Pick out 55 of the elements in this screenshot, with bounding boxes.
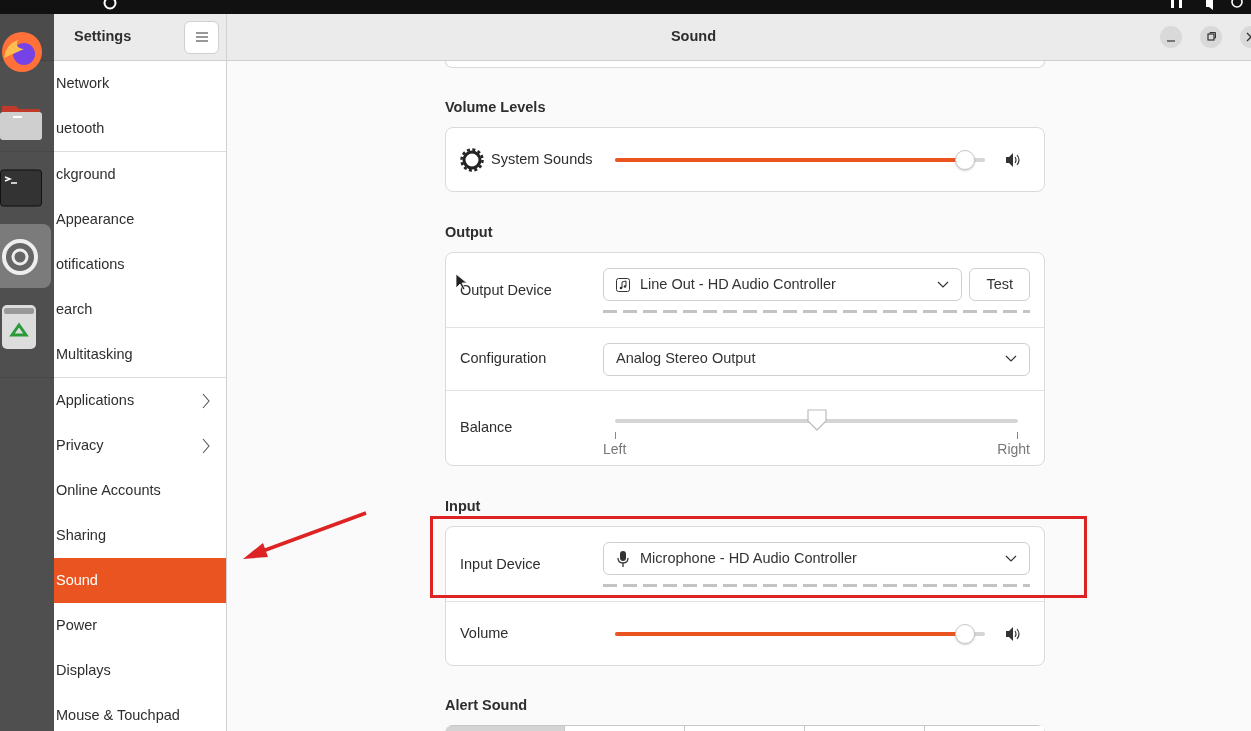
- sidebar-item[interactable]: otifications: [54, 242, 226, 287]
- scale-label: Right: [997, 440, 1030, 459]
- slider-thumb[interactable]: [954, 623, 975, 644]
- slider-thumb[interactable]: [805, 408, 828, 432]
- sidebar-title: Settings: [74, 27, 132, 47]
- microphone-icon: [616, 550, 630, 567]
- terminal-icon[interactable]: [0, 168, 42, 210]
- slider-thumb[interactable]: [954, 149, 975, 170]
- maximize-button[interactable]: [1200, 26, 1222, 48]
- sidebar-item[interactable]: Privacy: [54, 423, 226, 468]
- sidebar-item[interactable]: Sound: [54, 558, 226, 603]
- maximize-icon: [1206, 32, 1216, 42]
- chevron-down-icon: [1005, 355, 1017, 363]
- sidebar-item[interactable]: Power: [54, 603, 226, 648]
- sidebar-item[interactable]: Sharing: [54, 513, 226, 558]
- sidebar-item[interactable]: earch: [54, 287, 226, 332]
- device-dropdown[interactable]: Line Out - HD Audio Controller: [603, 268, 963, 301]
- chevron-down-icon: [937, 280, 950, 289]
- row-label: System Sounds: [491, 149, 593, 169]
- menu-icon: [195, 32, 208, 42]
- sidebar-item[interactable]: Appearance: [54, 197, 226, 242]
- row-label: Volume: [460, 623, 509, 643]
- sidebar-item[interactable]: uetooth: [54, 106, 226, 151]
- row-label: Balance: [460, 418, 514, 438]
- sidebar-item[interactable]: Online Accounts: [54, 468, 226, 513]
- row-label: Configuration: [460, 349, 548, 369]
- volume-slider[interactable]: [615, 410, 1018, 432]
- device-dropdown[interactable]: Microphone - HD Audio Controller: [603, 542, 1030, 575]
- test-button[interactable]: Test: [969, 268, 1030, 301]
- section-heading: Volume Levels: [445, 99, 547, 115]
- sidebar-item[interactable]: Multitasking: [54, 332, 226, 377]
- sidebar-item[interactable]: Mouse & Touchpad: [54, 693, 226, 731]
- tick-mark: [615, 432, 616, 439]
- chevron-icon: [202, 392, 210, 409]
- section-heading: Output: [445, 224, 494, 240]
- sidebar-item[interactable]: Applications: [54, 378, 226, 423]
- sidebar-item[interactable]: Network: [54, 61, 226, 106]
- sidebar-item[interactable]: Displays: [54, 648, 226, 693]
- chevron-down-icon: [1005, 554, 1017, 563]
- row-label: Output Device: [460, 281, 553, 300]
- scale-label: Left: [603, 440, 627, 459]
- window-title: Sound: [670, 27, 717, 47]
- menu-button[interactable]: [184, 20, 219, 54]
- music-note-icon: [616, 277, 630, 292]
- configuration-dropdown[interactable]: Analog Stereo Output: [603, 342, 1030, 376]
- minimize-icon: [1166, 40, 1176, 42]
- chevron-icon: [202, 437, 210, 454]
- row-label: Input Device: [460, 555, 542, 574]
- minimize-button[interactable]: [1160, 26, 1182, 48]
- sidebar-item[interactable]: ckground: [54, 152, 226, 197]
- section-heading: Input: [445, 498, 482, 514]
- section-heading: Alert Sound: [445, 697, 529, 713]
- volume-slider[interactable]: [615, 148, 985, 171]
- tick-mark: [1017, 432, 1018, 439]
- volume-slider[interactable]: [615, 622, 985, 645]
